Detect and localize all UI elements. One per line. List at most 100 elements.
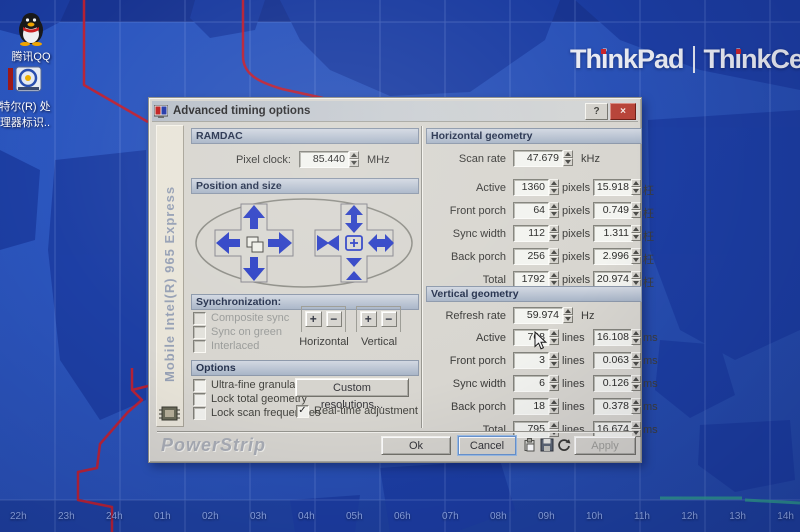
position-size-control-pad[interactable] xyxy=(191,196,417,290)
vertical-minus-button[interactable]: − xyxy=(381,311,398,327)
horizontal-minus-button[interactable]: − xyxy=(326,311,343,327)
checkbox-box[interactable] xyxy=(193,379,206,392)
spinner[interactable] xyxy=(631,179,641,195)
h-row-unit2: 枉 xyxy=(643,182,654,198)
h-row-unit: pixels xyxy=(562,228,590,240)
monitor-photo: 22h 23h 24h 01h 02h 03h 04h 05h 06h 07h … xyxy=(0,0,800,532)
v-row-unit2: ms xyxy=(643,378,658,390)
spinner[interactable] xyxy=(549,375,559,391)
checkbox-real-time-adjustment[interactable]: ✓ Real-time adjustment xyxy=(296,405,418,417)
checkbox-ultra-fine-granularity[interactable]: Ultra-fine granularity xyxy=(193,379,310,391)
checkbox-sync-on-green[interactable]: Sync on green xyxy=(193,326,282,338)
h-row-unit2: 枉 xyxy=(643,205,654,221)
spinner[interactable] xyxy=(631,225,641,241)
spin-down-icon[interactable] xyxy=(563,158,573,166)
checkbox-box-checked[interactable]: ✓ xyxy=(296,405,309,418)
scan-rate-input[interactable]: 47.679 xyxy=(513,150,563,167)
apply-button[interactable]: Apply xyxy=(574,436,636,455)
paste-timings-icon[interactable] xyxy=(523,438,537,452)
h-sync-width-input[interactable]: 112 xyxy=(513,225,549,242)
spinner[interactable] xyxy=(549,271,559,287)
desktop-icon-label: 特尔(R) 处 xyxy=(0,98,58,114)
v-sync-width-input[interactable]: 6 xyxy=(513,375,549,392)
pixel-clock-unit: MHz xyxy=(367,154,390,166)
desktop-icon-qq[interactable]: 腾讯QQ xyxy=(2,10,60,64)
help-button[interactable]: ? xyxy=(585,103,608,120)
custom-resolutions-button[interactable]: Custom resolutions... xyxy=(295,378,409,397)
dialog-titlebar[interactable]: Advanced timing options ? × xyxy=(152,101,638,122)
timezone-label: 07h xyxy=(442,511,459,522)
refresh-rate-spinner[interactable] xyxy=(563,307,573,323)
h-active-time-input[interactable]: 15.918 xyxy=(593,179,633,196)
checkbox-box[interactable] xyxy=(193,326,206,339)
spinner[interactable] xyxy=(631,248,641,264)
horizontal-sync-adjust-group: + − xyxy=(301,306,346,332)
ok-button[interactable]: Ok xyxy=(381,436,451,455)
spinner[interactable] xyxy=(549,225,559,241)
refresh-icon[interactable] xyxy=(557,438,571,452)
checkbox-box[interactable] xyxy=(193,312,206,325)
spinner[interactable] xyxy=(631,271,641,287)
spinner[interactable] xyxy=(549,352,559,368)
spinner[interactable] xyxy=(549,179,559,195)
pixel-clock-input[interactable]: 85.440 xyxy=(299,151,349,168)
v-row-unit2: ms xyxy=(643,424,658,436)
checkbox-box[interactable] xyxy=(193,407,206,420)
spinner[interactable] xyxy=(631,352,641,368)
v-sync-width-time-input[interactable]: 0.126 xyxy=(593,375,633,392)
spinner[interactable] xyxy=(631,329,641,345)
spin-up-icon[interactable] xyxy=(563,307,573,315)
spinner[interactable] xyxy=(549,329,559,345)
section-header-horizontal-geometry: Horizontal geometry xyxy=(426,128,642,144)
v-row-unit: lines xyxy=(562,424,585,436)
spinner[interactable] xyxy=(631,398,641,414)
spin-up-icon[interactable] xyxy=(563,150,573,158)
spin-down-icon[interactable] xyxy=(563,315,573,323)
timezone-label: 10h xyxy=(586,511,603,522)
refresh-rate-input[interactable]: 59.974 xyxy=(513,307,563,324)
v-back-porch-time-input[interactable]: 0.378 xyxy=(593,398,633,415)
checkbox-box[interactable] xyxy=(193,340,206,353)
desktop-icon-intel-utility[interactable]: 特尔(R) 处 理器标识.. xyxy=(0,66,58,130)
brand-divider xyxy=(693,46,695,73)
vertical-plus-button[interactable]: + xyxy=(360,311,377,327)
scan-rate-spinner[interactable] xyxy=(563,150,573,166)
close-button[interactable]: × xyxy=(610,103,636,120)
timezone-label: 03h xyxy=(250,511,267,522)
v-front-porch-time-input[interactable]: 0.063 xyxy=(593,352,633,369)
checkbox-composite-sync[interactable]: Composite sync xyxy=(193,312,289,324)
spinner[interactable] xyxy=(549,202,559,218)
v-back-porch-input[interactable]: 18 xyxy=(513,398,549,415)
spin-down-icon[interactable] xyxy=(349,159,359,167)
h-sync-width-time-input[interactable]: 1.311 xyxy=(593,225,633,242)
h-front-porch-time-input[interactable]: 0.749 xyxy=(593,202,633,219)
save-timings-icon[interactable] xyxy=(540,438,554,452)
cancel-button[interactable]: Cancel xyxy=(458,436,516,455)
spin-up-icon[interactable] xyxy=(349,151,359,159)
spinner[interactable] xyxy=(631,202,641,218)
pixel-clock-spinner[interactable] xyxy=(349,151,359,167)
horizontal-plus-button[interactable]: + xyxy=(305,311,322,327)
checkbox-interlaced[interactable]: Interlaced xyxy=(193,340,259,352)
v-row-unit2: ms xyxy=(643,401,658,413)
v-active-time-input[interactable]: 16.108 xyxy=(593,329,633,346)
spinner[interactable] xyxy=(549,248,559,264)
h-front-porch-input[interactable]: 64 xyxy=(513,202,549,219)
h-back-porch-input[interactable]: 256 xyxy=(513,248,549,265)
spinner[interactable] xyxy=(549,398,559,414)
vertical-sync-adjust-group: + − xyxy=(356,306,401,332)
spinner[interactable] xyxy=(631,375,641,391)
v-total-input[interactable]: 795 xyxy=(513,421,549,438)
h-back-porch-time-input[interactable]: 2.996 xyxy=(593,248,633,265)
timezone-label: 23h xyxy=(58,511,75,522)
scan-rate-unit: kHz xyxy=(581,153,600,165)
spinner[interactable] xyxy=(631,421,641,437)
scan-rate-label: Scan rate xyxy=(426,153,506,165)
checkbox-label: Sync on green xyxy=(211,326,282,338)
checkbox-box[interactable] xyxy=(193,393,206,406)
spinner[interactable] xyxy=(549,421,559,437)
h-active-input[interactable]: 1360 xyxy=(513,179,549,196)
vertical-group-label: Vertical xyxy=(354,336,404,348)
v-front-porch-input[interactable]: 3 xyxy=(513,352,549,369)
checkbox-lock-total-geometry[interactable]: Lock total geometry xyxy=(193,393,307,405)
